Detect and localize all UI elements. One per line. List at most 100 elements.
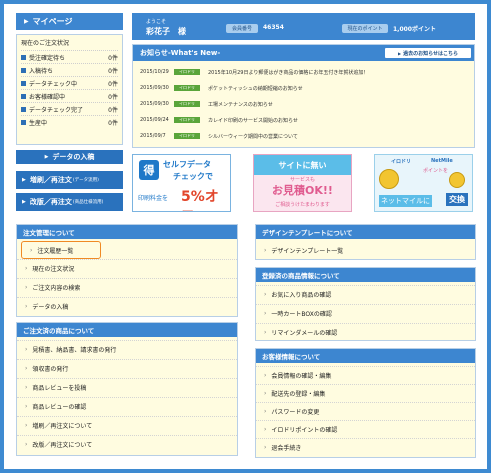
past-news-link[interactable]: ▶ 過去のお知らせはこちら xyxy=(385,48,471,58)
chevron-right-icon: › xyxy=(264,390,267,397)
ordered-products-panel: ご注文済の商品について › 見積書、納品書、請求書の発行 › 領収書の発行 › 商品レ… xyxy=(16,322,238,456)
bullet-icon xyxy=(21,93,26,99)
menu-item[interactable]: › 商品レビューを投稿 xyxy=(17,378,237,396)
banner-text: サイトに無い xyxy=(254,155,351,175)
menu-item[interactable]: › 増刷／再注文について xyxy=(17,416,237,434)
bullet-icon xyxy=(21,80,26,86)
banner-text: お見積OK!! xyxy=(272,184,333,197)
news-item[interactable]: 2015/10/29 イロドリ 2015年10月29日より郵便はがき商品の価格にお年… xyxy=(140,67,368,77)
triangle-icon: ▶ xyxy=(398,50,402,56)
news-tag: イロドリ xyxy=(174,133,200,139)
status-count: 0件 xyxy=(108,106,118,114)
status-row[interactable]: データチェック完了 0件 xyxy=(21,102,118,115)
menu-item[interactable]: › パスワードの変更 xyxy=(256,402,475,420)
panel-header: デザインテンプレートについて xyxy=(256,225,475,239)
news-tag: イロドリ xyxy=(174,101,200,107)
banner-text: 交換 xyxy=(446,193,468,206)
menu-item[interactable]: › 商品レビューの確認 xyxy=(17,397,237,415)
panel-header: お客様情報について xyxy=(256,349,475,363)
menu-item-label: 一時カートBOXの確認 xyxy=(271,311,332,318)
status-row[interactable]: 入稿待ち 0件 xyxy=(21,63,118,76)
menu-item[interactable]: › 改版／再注文について xyxy=(17,435,237,453)
news-title: お知らせ-What's New- xyxy=(140,49,221,57)
mypage-container: ▶ マイページ 現在のご注文状況 受注確定待ち 0件 入稿待ち 0件 データチェック… xyxy=(4,4,487,469)
menu-item[interactable]: › 一時カートBOXの確認 xyxy=(256,304,475,322)
banner-text: セルフデータ xyxy=(163,160,211,169)
irodori-logo: イロドリ xyxy=(391,159,412,165)
status-count: 0件 xyxy=(108,54,118,62)
menu-item-label: 見積書、納品書、請求書の発行 xyxy=(32,347,117,354)
panel-header: 登録済の商品情報について xyxy=(256,268,475,282)
status-label: 受注確定待ち xyxy=(29,54,66,62)
menu-item[interactable]: › リマインダメールの確認 xyxy=(256,323,475,341)
menu-item-label: 商品レビューの確認 xyxy=(32,404,87,411)
chevron-right-icon: › xyxy=(25,422,28,429)
bullet-icon xyxy=(21,67,26,73)
status-row[interactable]: お客様確認中 0件 xyxy=(21,89,118,102)
news-tag: イロドリ xyxy=(174,85,200,91)
status-count: 0件 xyxy=(108,93,118,101)
welcome-text: ようこそ xyxy=(146,19,167,25)
status-row[interactable]: 生産中 0件 xyxy=(21,115,118,128)
netmile-banner[interactable]: イロドリ NetMile ポイントを ネットマイルに 交換 xyxy=(374,154,473,212)
menu-item-label: 配送先の登録・編集 xyxy=(271,391,326,398)
chevron-right-icon: › xyxy=(264,408,267,415)
menu-item-label: イロドリポイントの確認 xyxy=(271,427,338,434)
mypage-title: マイページ xyxy=(32,17,73,26)
menu-item-label: リマインダメールの確認 xyxy=(271,330,338,337)
menu-item-label: 現在の注文状況 xyxy=(32,266,75,273)
news-text: シルバーウィーク期間中の営業について xyxy=(208,133,298,140)
news-date: 2015/10/29 xyxy=(140,69,169,75)
member-number-label: 会員番号 xyxy=(226,24,258,33)
news-text: ポケットティッシュの納期短縮のお知らせ xyxy=(208,85,303,92)
chevron-right-icon: › xyxy=(25,346,28,353)
menu-item[interactable]: › ご注文内容の検索 xyxy=(17,278,237,296)
banner-text: ネットマイルに xyxy=(379,195,432,207)
menu-item[interactable]: › 見積書、納品書、請求書の発行 xyxy=(17,340,237,358)
status-row[interactable]: データチェック中 0件 xyxy=(21,76,118,89)
data-upload-button[interactable]: ▶ データの入稿 xyxy=(16,150,123,164)
menu-item-label: 会員情報の確認・編集 xyxy=(271,373,332,380)
menu-item[interactable]: › 会員情報の確認・編集 xyxy=(256,366,475,384)
reorder-button[interactable]: ▶ 増刷／再注文 (データ流用) xyxy=(16,171,123,189)
revise-button[interactable]: ▶ 改版／再注文 (商品仕様流用) xyxy=(16,193,123,211)
past-news-label: 過去のお知らせはこちら xyxy=(403,50,458,57)
status-count: 0件 xyxy=(108,119,118,127)
menu-item[interactable]: › データの入稿 xyxy=(17,297,237,315)
news-item[interactable]: 2015/09/30 イロドリ 工場メンテナンスのお知らせ xyxy=(140,99,273,109)
menu-item-label: 増刷／再注文について xyxy=(32,423,93,430)
order-management-panel: 注文管理について › 注文履歴一覧 › 現在の注文状況 › ご注文内容の検索 › データ… xyxy=(16,224,238,317)
menu-item[interactable]: › お気に入り商品の確認 xyxy=(256,285,475,303)
status-label: データチェック中 xyxy=(29,80,78,88)
chevron-right-icon: › xyxy=(264,310,267,317)
quote-banner[interactable]: サイトに無い サービスも お見積OK!! ご相談うけたまわります xyxy=(253,154,352,212)
revise-sublabel: (商品仕様流用) xyxy=(72,200,104,205)
menu-item[interactable]: › デザインテンプレート一覧 xyxy=(256,241,475,259)
customer-info-panel: お客様情報について › 会員情報の確認・編集 › 配送先の登録・編集 › パスワードの… xyxy=(255,348,476,458)
self-check-banner[interactable]: 得 セルフデータ チェックで 印刷料金を 5%オフ xyxy=(132,154,231,212)
news-item[interactable]: 2015/09/30 イロドリ ポケットティッシュの納期短縮のお知らせ xyxy=(140,83,303,93)
menu-item[interactable]: › 配送先の登録・編集 xyxy=(256,384,475,402)
banner-text: 印刷料金を xyxy=(138,195,169,202)
status-row[interactable]: 受注確定待ち 0件 xyxy=(21,50,118,63)
toku-icon: 得 xyxy=(139,160,159,180)
triangle-icon: ▶ xyxy=(24,18,29,25)
news-item[interactable]: 2015/09/24 イロドリ カレイド印刷のサービス開始のお知らせ xyxy=(140,115,298,125)
design-templates-panel: デザインテンプレートについて › デザインテンプレート一覧 xyxy=(255,224,476,260)
menu-item[interactable]: › 領収書の発行 xyxy=(17,359,237,377)
menu-item-label: パスワードの変更 xyxy=(271,409,320,416)
status-label: データチェック完了 xyxy=(29,106,84,114)
status-label: お客様確認中 xyxy=(29,93,66,101)
reorder-sublabel: (データ流用) xyxy=(72,178,99,183)
member-number-value: 46354 xyxy=(263,24,284,31)
news-date: 2015/09/24 xyxy=(140,117,169,123)
news-date: 2015/09/7 xyxy=(140,133,166,139)
menu-item[interactable]: › 現在の注文状況 xyxy=(17,259,237,277)
menu-item[interactable]: › 注文履歴一覧 xyxy=(21,241,101,259)
menu-item[interactable]: › イロドリポイントの確認 xyxy=(256,420,475,438)
menu-item[interactable]: › 退会手続き xyxy=(256,438,475,456)
news-text: 2015年10月29日より郵便はがき商品の価格にお年玉付き年賀状追加！ xyxy=(208,69,369,76)
news-item[interactable]: 2015/09/7 イロドリ シルバーウィーク期間中の営業について xyxy=(140,131,298,141)
chevron-right-icon: › xyxy=(25,284,28,291)
news-date: 2015/09/30 xyxy=(140,85,169,91)
